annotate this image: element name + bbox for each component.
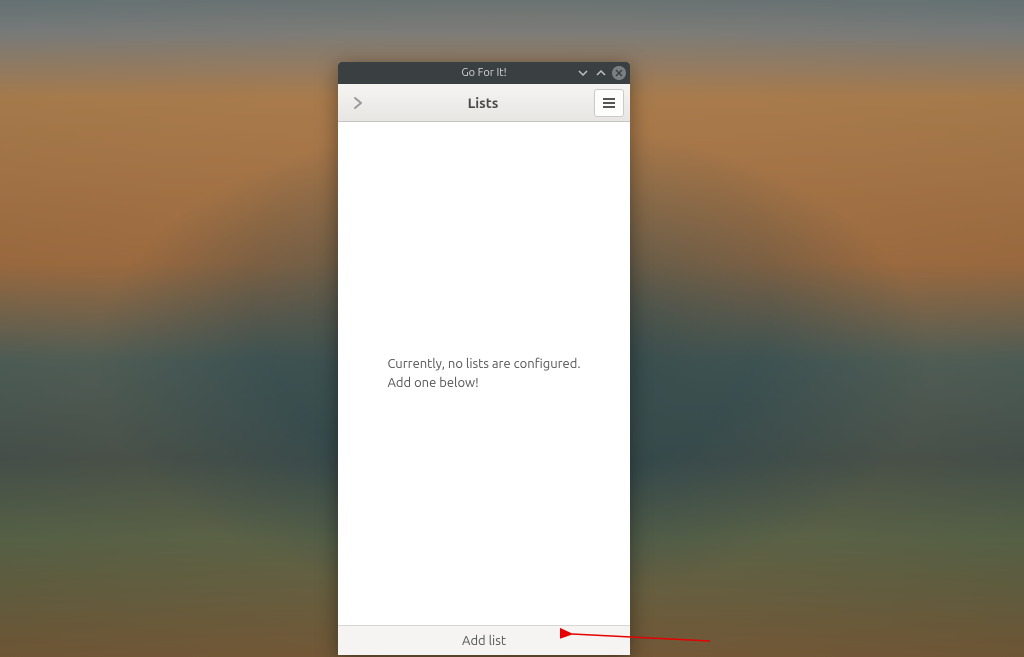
chevron-up-icon xyxy=(596,68,606,78)
empty-state-line1: Currently, no lists are configured. xyxy=(387,355,580,373)
chevron-down-icon xyxy=(578,68,588,78)
content-area: Currently, no lists are configured. Add … xyxy=(338,122,630,625)
header-bar: Lists xyxy=(338,84,630,122)
close-icon xyxy=(615,69,623,77)
empty-state-line2: Add one below! xyxy=(387,374,580,392)
page-title: Lists xyxy=(372,95,594,111)
menu-button[interactable] xyxy=(594,89,624,117)
empty-state-message: Currently, no lists are configured. Add … xyxy=(387,355,580,391)
window-controls xyxy=(576,62,626,84)
app-window: Go For It! Lists xyxy=(338,62,630,655)
window-title: Go For It! xyxy=(461,67,506,79)
hamburger-icon xyxy=(602,97,616,109)
window-titlebar[interactable]: Go For It! xyxy=(338,62,630,84)
maximize-button[interactable] xyxy=(594,66,608,80)
add-list-button[interactable]: Add list xyxy=(338,625,630,655)
back-button[interactable] xyxy=(344,89,372,117)
close-button[interactable] xyxy=(612,66,626,80)
minimize-button[interactable] xyxy=(576,66,590,80)
add-list-label: Add list xyxy=(462,634,506,648)
chevron-right-icon xyxy=(351,96,365,110)
